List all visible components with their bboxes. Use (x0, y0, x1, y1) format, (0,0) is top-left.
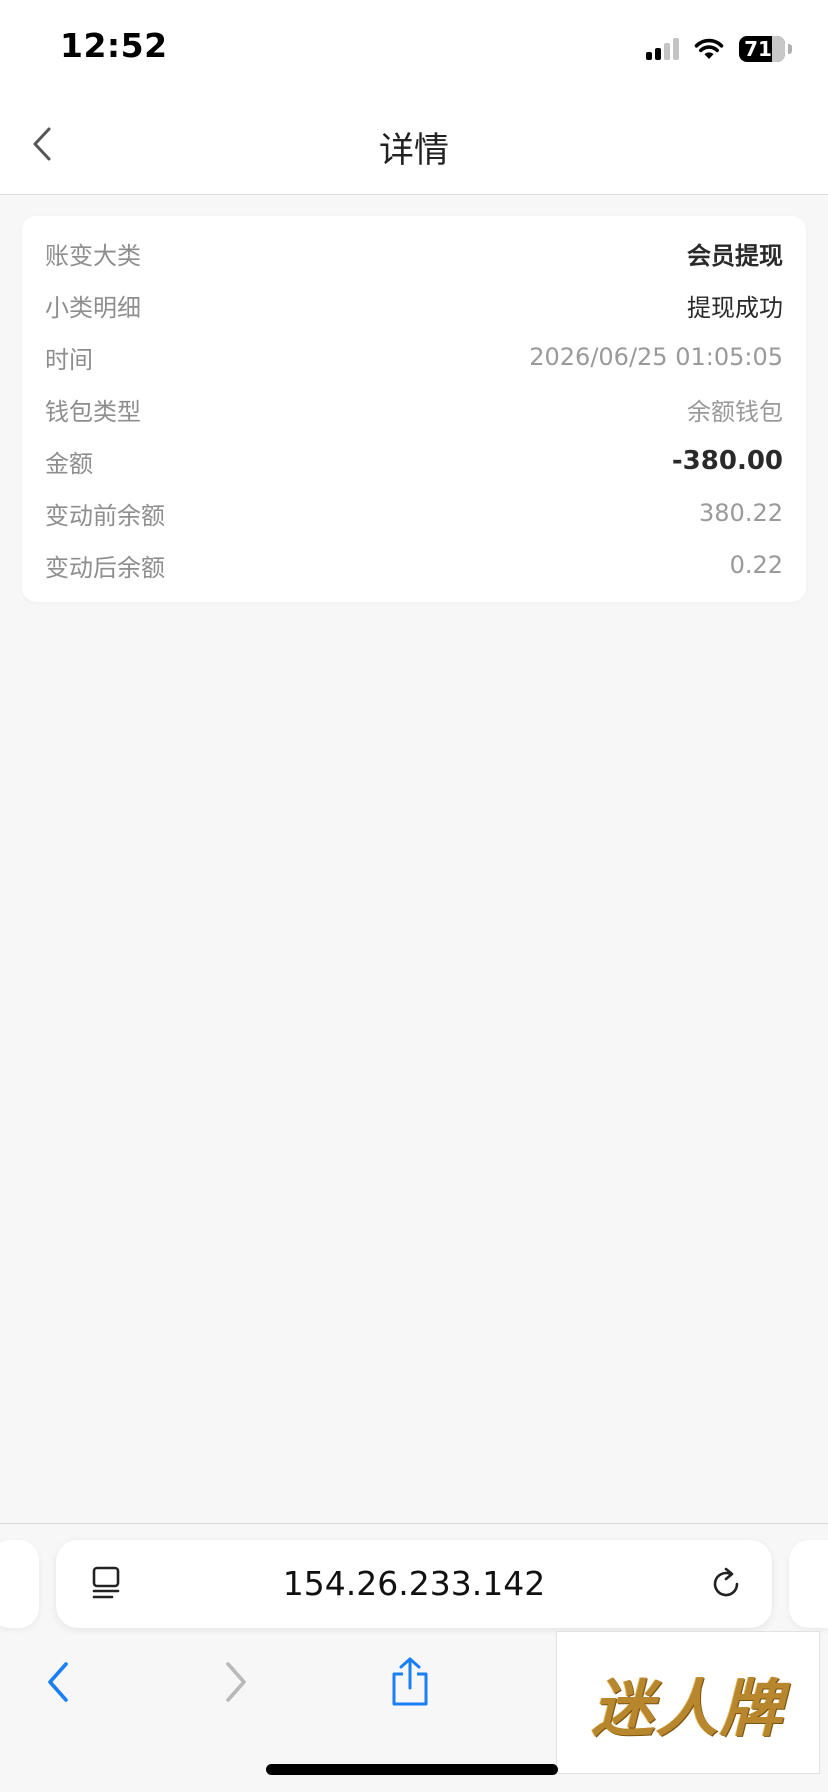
detail-label: 金额 (45, 449, 93, 478)
detail-label: 账变大类 (45, 241, 141, 270)
browser-forward-button[interactable] (206, 1652, 266, 1712)
previous-tab[interactable] (0, 1540, 39, 1628)
status-icons: 71 (646, 34, 792, 64)
detail-value: 提现成功 (687, 293, 783, 322)
detail-value: 380.22 (699, 499, 783, 527)
nav-bar: 详情 (0, 96, 828, 195)
forward-arrow-icon (226, 1662, 246, 1702)
home-indicator (266, 1764, 558, 1775)
detail-label: 变动前余额 (45, 501, 165, 530)
detail-value: 2026/06/25 01:05:05 (529, 343, 783, 371)
address-bar[interactable]: 154.26.233.142 (56, 1540, 772, 1628)
detail-label: 时间 (45, 345, 93, 374)
battery-tip (788, 44, 792, 54)
wifi-icon (694, 38, 724, 59)
browser-back-button[interactable] (28, 1652, 88, 1712)
detail-label: 小类明细 (45, 293, 141, 322)
detail-card: 账变大类 会员提现 小类明细 提现成功 时间 2026/06/25 01:05:… (22, 216, 806, 602)
detail-row-amount: 金额 -380.00 (45, 435, 783, 487)
detail-label: 钱包类型 (45, 397, 141, 426)
reload-button[interactable] (706, 1564, 746, 1604)
detail-label: 变动后余额 (45, 553, 165, 582)
reload-icon (713, 1567, 739, 1597)
status-bar: 12:52 71 (0, 0, 828, 96)
detail-value: 会员提现 (687, 241, 783, 270)
detail-row-subcategory: 小类明细 提现成功 (45, 279, 783, 331)
address-text[interactable]: 154.26.233.142 (56, 1564, 772, 1603)
back-arrow-icon (48, 1662, 68, 1702)
detail-row-category: 账变大类 会员提现 (45, 227, 783, 279)
share-icon (392, 1657, 428, 1706)
next-tab[interactable] (789, 1540, 828, 1628)
toolbar-divider (0, 1523, 828, 1524)
cellular-signal-icon (646, 38, 679, 60)
detail-row-balance-before: 变动前余额 380.22 (45, 487, 783, 539)
detail-value: 余额钱包 (687, 397, 783, 426)
detail-row-time: 时间 2026/06/25 01:05:05 (45, 331, 783, 383)
share-button[interactable] (380, 1652, 440, 1712)
detail-row-wallet-type: 钱包类型 余额钱包 (45, 383, 783, 435)
battery-level: 71 (744, 37, 772, 61)
watermark-logo: 迷人牌 (556, 1631, 820, 1774)
status-time: 12:52 (60, 26, 168, 65)
detail-row-balance-after: 变动后余额 0.22 (45, 539, 783, 591)
detail-value: 0.22 (729, 551, 783, 579)
detail-value: -380.00 (671, 446, 783, 476)
page-title: 详情 (378, 131, 449, 171)
battery-icon: 71 (739, 36, 785, 62)
